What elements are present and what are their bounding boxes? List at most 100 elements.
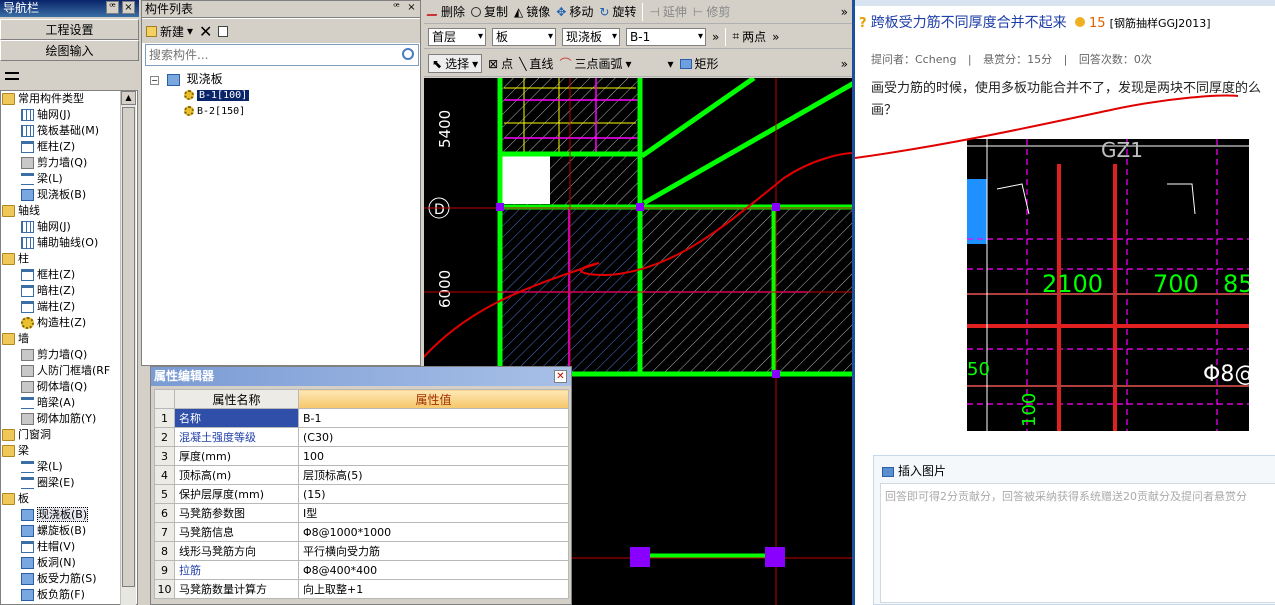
draw-input-button[interactable]: 绘图输入 [0,40,139,61]
project-settings-button[interactable]: 工程设置 [0,19,139,40]
tree-item[interactable]: 轴网(J) [1,219,137,235]
property-row[interactable]: 8 线形马凳筋方向 平行横向受力筋 [154,541,569,561]
tree-item[interactable]: 框柱(Z) [1,139,137,155]
select-button[interactable]: ⬉ 选择 ▾ [428,54,483,73]
pin-icon[interactable]: ꟹ [106,1,119,14]
component-item[interactable]: B-1[100] [150,87,250,103]
property-value[interactable]: (C30) [298,427,569,447]
answer-box[interactable]: 插入图片 回答即可得2分贡献分，回答被采纳获得系统赠送20贡献分及提问者悬赏分 [873,455,1275,605]
component-item[interactable]: B-2[150] [150,103,249,119]
property-value[interactable]: 层顶标高(5) [298,465,569,485]
rect-button[interactable]: 矩形 [679,55,719,72]
tree-item[interactable]: 轴网(J) [1,107,137,123]
line-button[interactable]: ╲ 直线 [519,55,553,72]
tree-item[interactable]: 框柱(Z) [1,267,137,283]
tree-item[interactable]: 辅助轴线(O) [1,235,137,251]
asker[interactable]: 提问者：Ccheng [871,53,956,66]
copy-icon[interactable] [218,25,229,37]
tree-item[interactable]: 现浇板(B) [1,187,137,203]
point-button[interactable]: ⊠ 点 [488,55,513,72]
property-row[interactable]: 6 马凳筋参数图 I型 [154,503,569,523]
tree-item[interactable]: 砌体加筋(Y) [1,411,137,427]
delete-icon[interactable]: ✕ [199,22,212,41]
more-icon[interactable]: » [841,57,848,71]
category-tag[interactable]: [钢筋抽样GGJ2013] [1110,17,1211,30]
type-select[interactable]: 板 [492,27,556,46]
property-row[interactable]: 2 混凝土强度等级 (C30) [154,427,569,447]
search-icon[interactable] [402,48,414,60]
mirror-button[interactable]: ◭ 镜像 [514,3,550,20]
trim-button[interactable]: ⊢ 修剪 [693,3,730,20]
tree-group[interactable]: 常用构件类型 [1,91,137,107]
tree-item[interactable]: 板负筋(F) [1,587,137,603]
scroll-up-icon[interactable]: ▲ [121,91,136,105]
more-icon[interactable]: » [712,30,719,44]
tree-item[interactable]: 构造柱(Z) [1,315,137,331]
search-input[interactable] [146,45,391,65]
delete-button[interactable]: 删除 [426,3,465,20]
tree-item[interactable]: 筏板基础(M) [1,123,137,139]
collapse-icon[interactable] [5,72,19,80]
answer-textarea[interactable]: 回答即可得2分贡献分，回答被采纳获得系统赠送20贡献分及提问者悬赏分 [880,483,1275,603]
tree-group[interactable]: 门窗洞 [1,427,137,443]
property-row[interactable]: 5 保护层厚度(mm) (15) [154,484,569,504]
rect-dropdown[interactable]: ▾ [668,57,674,71]
scroll-thumb[interactable] [122,107,135,587]
property-value[interactable]: Φ8@400*400 [298,560,569,580]
property-row[interactable]: 4 顶标高(m) 层顶标高(5) [154,465,569,485]
property-row[interactable]: 9 拉筋 Φ8@400*400 [154,560,569,580]
arc-button[interactable]: ⌒ 三点画弧 ▾ [559,55,631,72]
tree-root[interactable]: − 现浇板 [150,71,249,87]
property-row[interactable]: 7 马凳筋信息 Φ8@1000*1000 [154,522,569,542]
tree-group[interactable]: 柱 [1,251,137,267]
property-value[interactable]: 100 [298,446,569,466]
tree-item[interactable]: 端柱(Z) [1,299,137,315]
insert-image-button[interactable]: 插入图片 [882,462,946,479]
close-icon[interactable]: × [405,2,418,15]
tree-group[interactable]: 轴线 [1,203,137,219]
property-value[interactable]: Φ8@1000*1000 [298,522,569,542]
tree-group[interactable]: 墙 [1,331,137,347]
rotate-button[interactable]: ↻ 旋转 [599,3,636,20]
tree-item[interactable]: 螺旋板(B) [1,523,137,539]
tree-item[interactable]: 梁(L) [1,171,137,187]
property-row[interactable]: 1 名称 B-1 [154,408,569,428]
tree-item[interactable]: 圈梁(E) [1,475,137,491]
twopoint-button[interactable]: ⌗ 两点 [732,28,766,45]
tree-item[interactable]: 板洞(N) [1,555,137,571]
property-row[interactable]: 3 厚度(mm) 100 [154,446,569,466]
pin-icon[interactable]: ꟹ [390,2,403,15]
extend-button[interactable]: ⊣ 延伸 [649,3,686,20]
copy-button[interactable]: 复制 [471,3,508,20]
question-title[interactable]: 跨板受力筋不同厚度合并不起来 [871,15,1067,31]
tree-group[interactable]: 板 [1,491,137,507]
nav-scrollbar[interactable]: ▲ [120,91,136,605]
tree-item[interactable]: 梁(L) [1,459,137,475]
more-icon[interactable]: » [841,5,848,19]
component-select[interactable]: B-1 [626,27,706,46]
property-value[interactable]: B-1 [298,408,569,428]
tree-item[interactable]: 柱帽(V) [1,539,137,555]
property-value[interactable]: (15) [298,484,569,504]
property-value[interactable]: 向上取整+1 [298,579,569,599]
more-icon[interactable]: » [772,30,779,44]
tree-item[interactable]: 剪力墙(Q) [1,155,137,171]
tree-item[interactable]: 砌体墙(Q) [1,379,137,395]
tree-item[interactable]: 暗梁(A) [1,395,137,411]
tree-item[interactable]: 人防门框墙(RF [1,363,137,379]
close-icon[interactable]: × [122,1,135,14]
question-image[interactable]: GZ1 2100 700 85 Φ8@ 100 50 [967,139,1249,431]
floor-select[interactable]: 首层 [428,27,486,46]
tree-item[interactable]: 剪力墙(Q) [1,347,137,363]
move-button[interactable]: ✥ 移动 [556,3,593,20]
tree-group[interactable]: 梁 [1,443,137,459]
property-value[interactable]: I型 [298,503,569,523]
tree-item[interactable]: 板受力筋(S) [1,571,137,587]
subtype-select[interactable]: 现浇板 [562,27,620,46]
tree-item[interactable]: 现浇板(B) [1,507,137,523]
new-button[interactable]: 新建 ▾ [146,23,193,40]
tree-item[interactable]: 暗柱(Z) [1,283,137,299]
expand-icon[interactable]: − [150,76,159,85]
property-value[interactable]: 平行横向受力筋 [298,541,569,561]
close-icon[interactable]: ✕ [554,370,567,383]
